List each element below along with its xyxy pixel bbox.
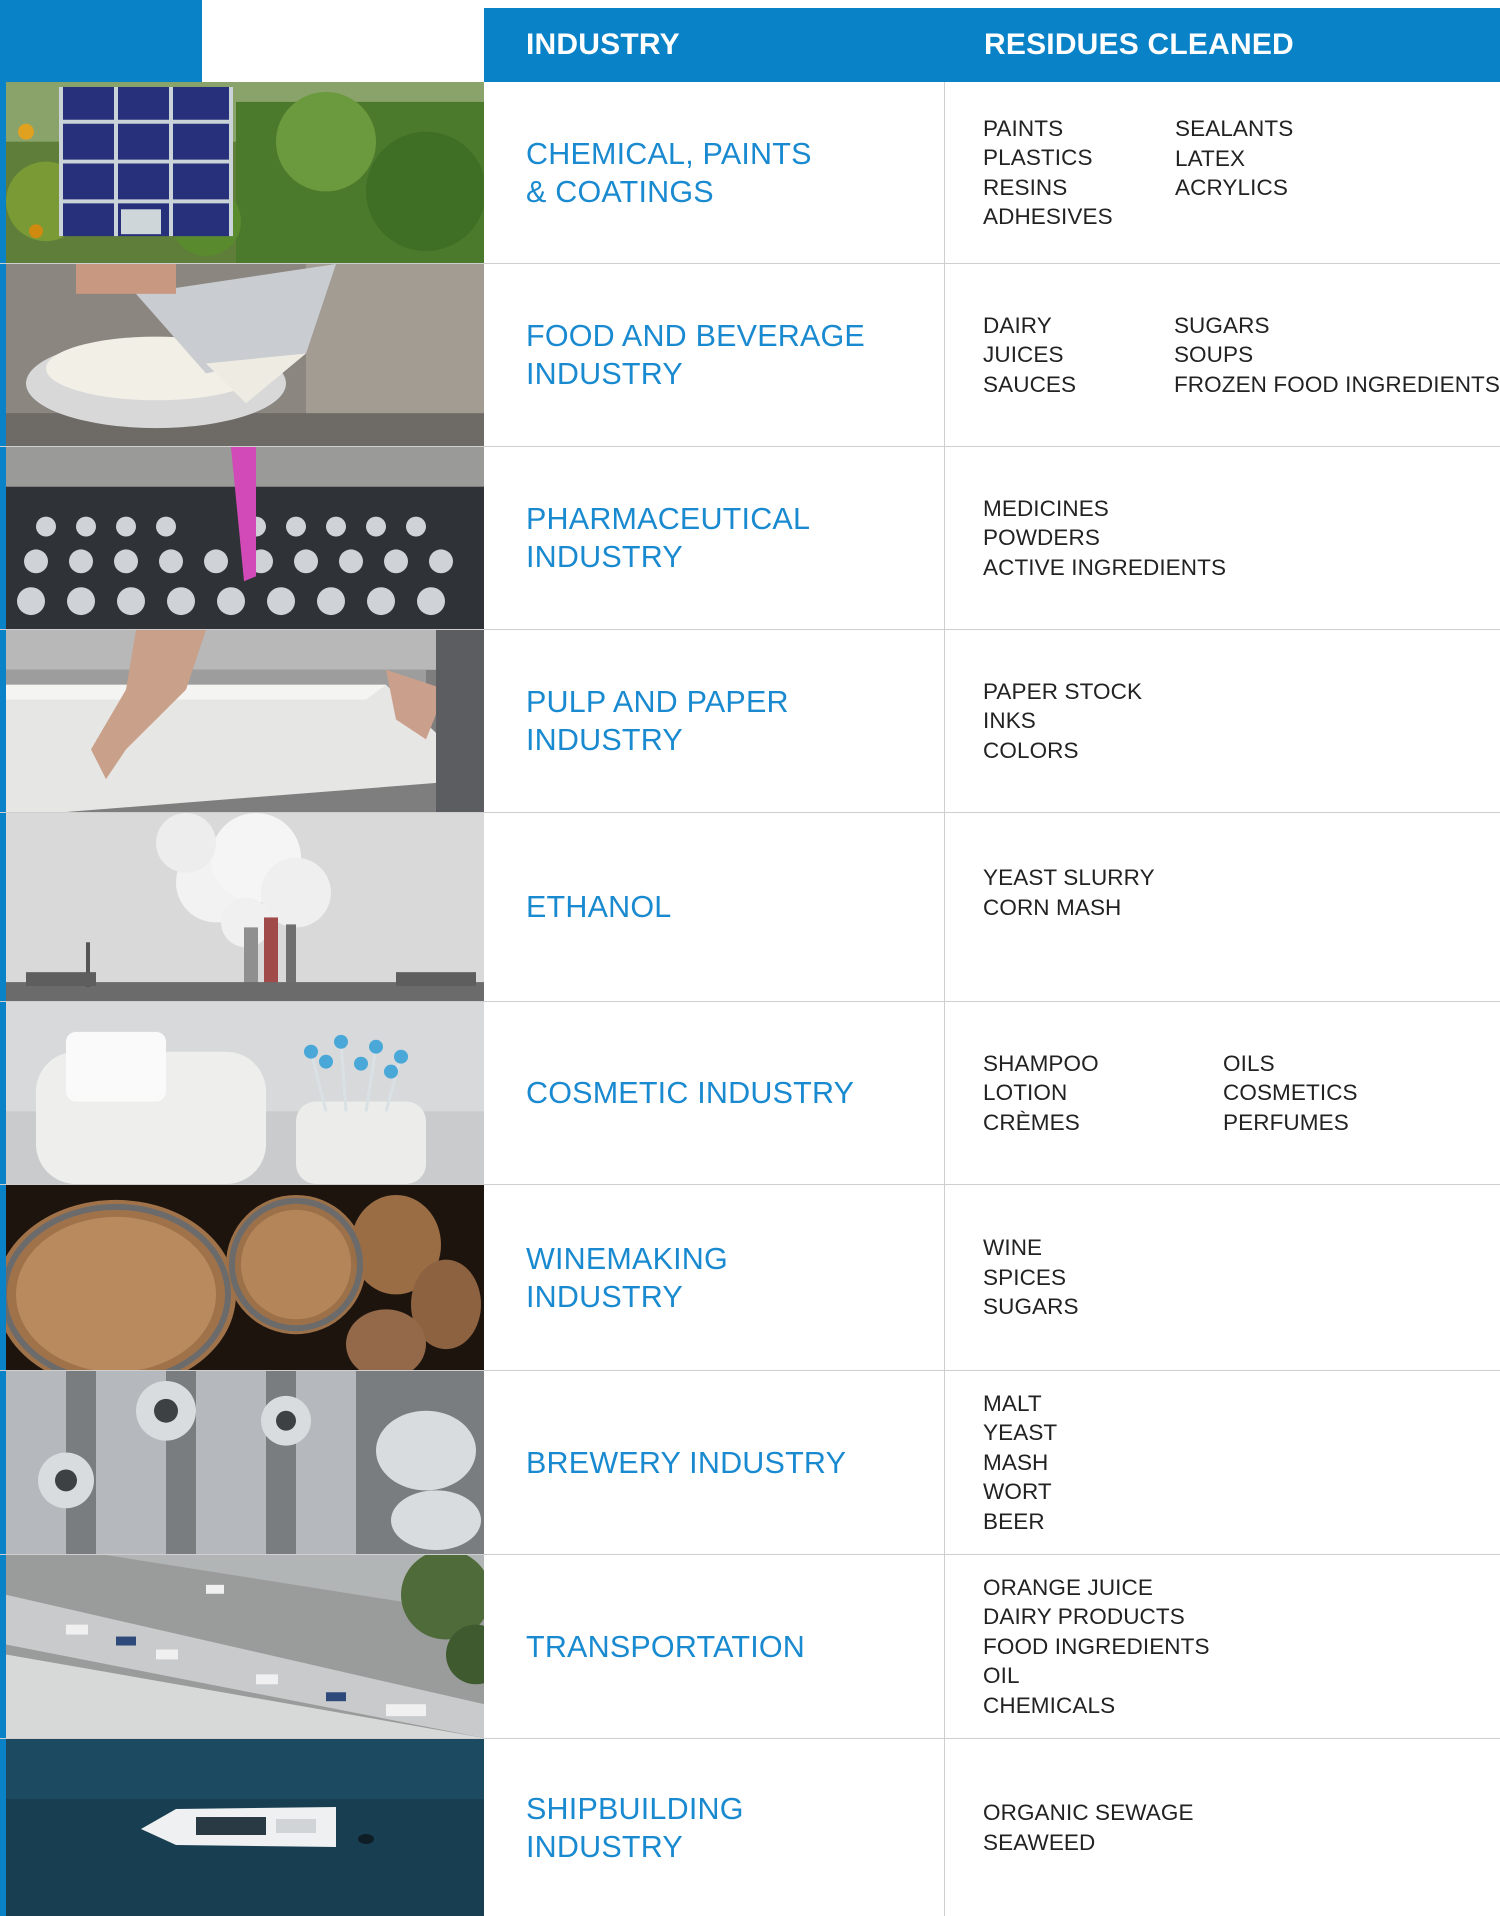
- residue-item: MASH: [983, 1449, 1049, 1475]
- residue-item: SEALANTS: [1175, 116, 1294, 141]
- industry-name: TRANSPORTATION: [526, 1629, 806, 1664]
- residue-item: RESINS: [983, 174, 1068, 200]
- residue-item: ORANGE JUICE: [983, 1574, 1153, 1600]
- residue-item: SUGARS: [983, 1294, 1079, 1320]
- residue-item: SHAMPOO: [983, 1050, 1099, 1076]
- industry-name: PULP AND PAPER INDUSTRY: [526, 685, 789, 757]
- residue-item: CRÈMES: [983, 1109, 1080, 1135]
- residue-item: ADHESIVES: [983, 204, 1113, 229]
- residue-item: DAIRY PRODUCTS: [983, 1604, 1185, 1630]
- brewery-tanks-photo: [6, 1371, 484, 1554]
- residue-item: WINE: [983, 1235, 1043, 1261]
- industry-table: CHEMICAL, PAINTS & COATINGS PAINTS PLAST…: [0, 82, 1500, 1916]
- highway-aerial-photo: [6, 1555, 484, 1738]
- residue-item: COSMETICS: [1223, 1080, 1358, 1106]
- industry-name: CHEMICAL, PAINTS & COATINGS: [526, 136, 812, 209]
- table-row: ETHANOL YEAST SLURRY CORN MASH: [0, 813, 1500, 1002]
- residue-item: ACRYLICS: [1175, 175, 1288, 200]
- industry-name: BREWERY INDUSTRY: [526, 1445, 847, 1480]
- residue-item: MEDICINES: [983, 495, 1109, 521]
- paper-stack-photo: [6, 630, 484, 812]
- residue-item: ORGANIC SEWAGE: [983, 1800, 1194, 1825]
- residue-item: OIL: [983, 1663, 1020, 1689]
- corner-accent-block: [0, 0, 202, 82]
- table-row: SHIPBUILDING INDUSTRY ORGANIC SEWAGE SEA…: [0, 1739, 1500, 1916]
- table-header: INDUSTRY RESIDUES CLEANED: [484, 8, 1500, 82]
- residue-item: PAINTS: [983, 115, 1064, 141]
- industry-name: COSMETIC INDUSTRY: [526, 1076, 855, 1110]
- residue-item: BEER: [983, 1508, 1045, 1534]
- table-row: BREWERY INDUSTRY MALT YEAST MASH WORT BE…: [0, 1371, 1500, 1555]
- residue-item: YEAST SLURRY: [983, 865, 1155, 890]
- residue-item: COLORS: [983, 737, 1079, 763]
- industry-name: PHARMACEUTICAL INDUSTRY: [526, 502, 811, 574]
- table-row: COSMETIC INDUSTRY SHAMPOO LOTION CRÈMES …: [0, 1002, 1500, 1185]
- residue-item: SEAWEED: [983, 1829, 1096, 1855]
- wine-barrels-photo: [6, 1185, 484, 1370]
- residues-column-header: RESIDUES CLEANED: [984, 28, 1294, 61]
- residue-item: FOOD INGREDIENTS: [983, 1633, 1210, 1659]
- residue-item: LATEX: [1175, 145, 1246, 171]
- residue-item: OILS: [1223, 1050, 1275, 1076]
- residue-item: SAUCES: [983, 371, 1077, 397]
- residue-item: DAIRY: [983, 312, 1052, 338]
- residue-item: JUICES: [983, 342, 1064, 368]
- industry-name: FOOD AND BEVERAGE INDUSTRY: [526, 319, 865, 391]
- yacht-on-sea-photo: [6, 1739, 484, 1916]
- residue-item: ACTIVE INGREDIENTS: [983, 554, 1227, 580]
- residue-item: INKS: [983, 708, 1036, 734]
- residue-item: MALT: [983, 1390, 1042, 1416]
- smokestacks-photo: [6, 813, 484, 1001]
- residue-item: PLASTICS: [983, 145, 1093, 170]
- table-row: PHARMACEUTICAL INDUSTRY MEDICINES POWDER…: [0, 447, 1500, 630]
- residue-item: CHEMICALS: [983, 1692, 1116, 1718]
- residue-item: FROZEN FOOD INGREDIENTS: [1173, 371, 1500, 397]
- cotton-swabs-photo: [6, 1002, 484, 1184]
- table-row: TRANSPORTATION ORANGE JUICE DAIRY PRODUC…: [0, 1555, 1500, 1739]
- residue-item: WORT: [983, 1479, 1052, 1505]
- residue-item: LOTION: [983, 1080, 1068, 1106]
- industry-column-header: INDUSTRY: [526, 28, 680, 61]
- ibc-tank-in-greenery-photo: [6, 82, 484, 263]
- residue-item: SPICES: [983, 1264, 1067, 1290]
- table-row: WINEMAKING INDUSTRY WINE SPICES SUGARS: [0, 1185, 1500, 1371]
- table-row: PULP AND PAPER INDUSTRY PAPER STOCK INKS…: [0, 630, 1500, 813]
- lab-vials-pipette-photo: [6, 447, 484, 629]
- residue-item: PAPER STOCK: [983, 678, 1143, 704]
- residue-item: YEAST: [983, 1420, 1058, 1446]
- table-row: CHEMICAL, PAINTS & COATINGS PAINTS PLAST…: [0, 82, 1500, 264]
- industry-name: SHIPBUILDING INDUSTRY: [526, 1791, 744, 1864]
- table-row: FOOD AND BEVERAGE INDUSTRY DAIRY JUICES …: [0, 264, 1500, 447]
- residue-item: PERFUMES: [1223, 1109, 1349, 1135]
- pouring-milk-photo: [6, 264, 484, 446]
- residue-item: CORN MASH: [983, 894, 1122, 920]
- industry-name: WINEMAKING INDUSTRY: [526, 1241, 728, 1314]
- residue-item: SOUPS: [1173, 342, 1254, 368]
- residue-item: SUGARS: [1173, 312, 1270, 338]
- residue-item: POWDERS: [983, 525, 1100, 551]
- industry-name: ETHANOL: [526, 890, 672, 924]
